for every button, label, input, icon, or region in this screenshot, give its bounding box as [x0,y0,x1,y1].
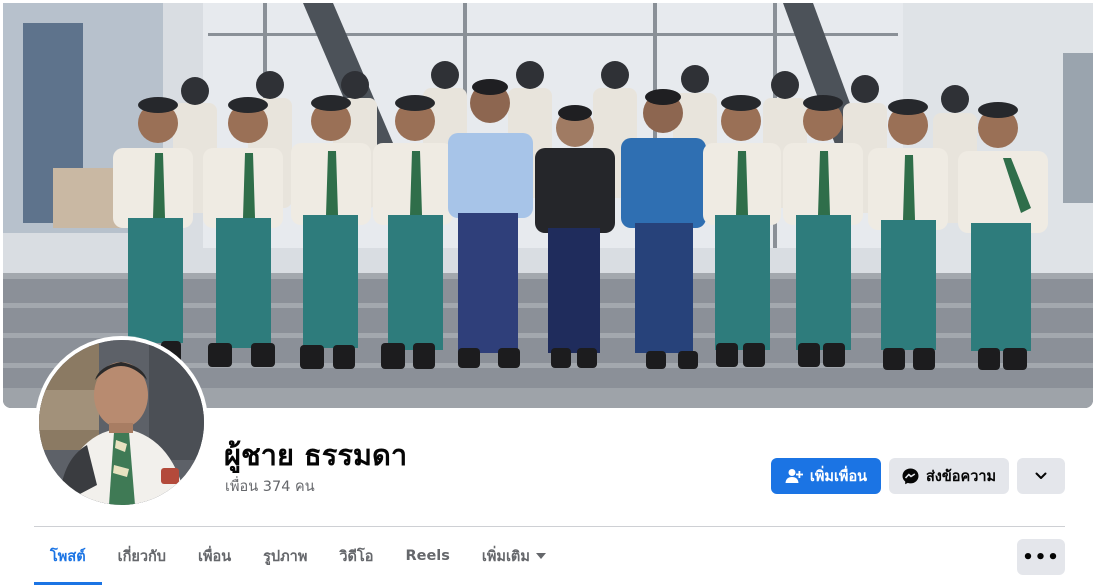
tab-about[interactable]: เกี่ยวกับ [102,527,182,585]
avatar-image [39,340,204,505]
ellipsis-button[interactable]: ••• [1017,539,1065,575]
tab-about-label: เกี่ยวกับ [117,548,166,565]
message-button[interactable]: ส่งข้อความ [889,458,1009,494]
tab-posts[interactable]: โพสต์ [34,527,102,585]
profile-name: ผู้ชาย ธรรมดา [224,438,408,472]
add-friend-label: เพิ่มเพื่อน [809,468,868,485]
tab-videos-label: วิดีโอ [339,548,374,565]
profile-page: ผู้ชาย ธรรมดา เพื่อน 374 คน เพิ่มเพื่อน … [0,0,1093,585]
tab-photos-label: รูปภาพ [263,548,308,565]
tab-reels[interactable]: Reels [389,527,465,585]
tab-more[interactable]: เพิ่มเติม [466,527,562,585]
add-friend-button[interactable]: เพิ่มเพื่อน [771,458,881,494]
profile-avatar[interactable] [35,336,208,509]
tab-photos[interactable]: รูปภาพ [247,527,323,585]
tab-videos[interactable]: วิดีโอ [323,527,389,585]
tab-posts-label: โพสต์ [50,548,86,565]
tab-more-label: เพิ่มเติม [481,548,530,565]
tab-reels-label: Reels [405,548,450,564]
caret-down-icon [535,553,546,559]
person-add-icon [785,468,803,484]
profile-tabs: โพสต์ เกี่ยวกับ เพื่อน รูปภาพ วิดีโอ Ree… [34,527,562,585]
more-options-button[interactable] [1017,458,1065,494]
ellipsis-icon: ••• [1022,546,1060,568]
chevron-down-icon [1035,468,1047,484]
tab-friends-label: เพื่อน [197,548,232,565]
friends-count[interactable]: เพื่อน 374 คน [225,475,315,498]
cover-photo-image [3,3,1093,408]
cover-photo[interactable] [3,3,1093,408]
message-label: ส่งข้อความ [925,468,997,485]
messenger-icon [902,468,919,485]
tab-friends[interactable]: เพื่อน [182,527,247,585]
